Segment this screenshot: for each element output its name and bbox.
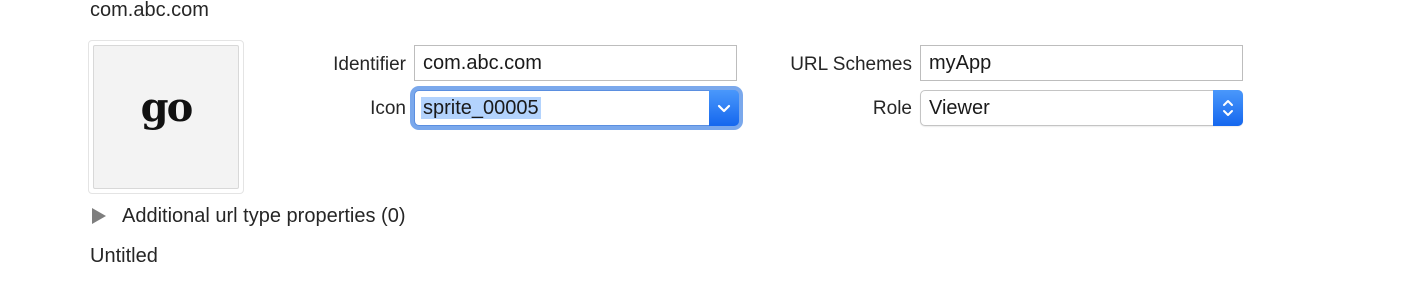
- icon-popup-button[interactable]: sprite_00005: [414, 90, 739, 126]
- additional-properties-label[interactable]: Additional url type properties (0): [122, 205, 405, 227]
- url-type-title: com.abc.com: [90, 0, 209, 21]
- next-url-type-title: Untitled: [90, 245, 158, 267]
- go-logo-image: go: [140, 84, 194, 131]
- role-label: Role: [872, 98, 912, 119]
- identifier-field[interactable]: [414, 45, 737, 81]
- icon-image-preview: go: [93, 45, 239, 189]
- url-schemes-field[interactable]: [920, 45, 1243, 81]
- role-popup-button[interactable]: Viewer: [920, 90, 1243, 126]
- url-types-panel: com.abc.com go Identifier Icon sprite_00…: [0, 0, 1422, 286]
- icon-image-well[interactable]: go: [88, 40, 244, 194]
- icon-label: Icon: [370, 98, 406, 119]
- identifier-label: Identifier: [333, 54, 406, 75]
- url-schemes-label: URL Schemes: [790, 54, 912, 75]
- chevron-down-icon: [709, 90, 739, 126]
- icon-popup-value: sprite_00005: [421, 97, 541, 119]
- role-popup-value: Viewer: [929, 97, 990, 119]
- disclosure-triangle-icon[interactable]: [92, 208, 106, 224]
- up-down-chevron-icon: [1213, 90, 1243, 126]
